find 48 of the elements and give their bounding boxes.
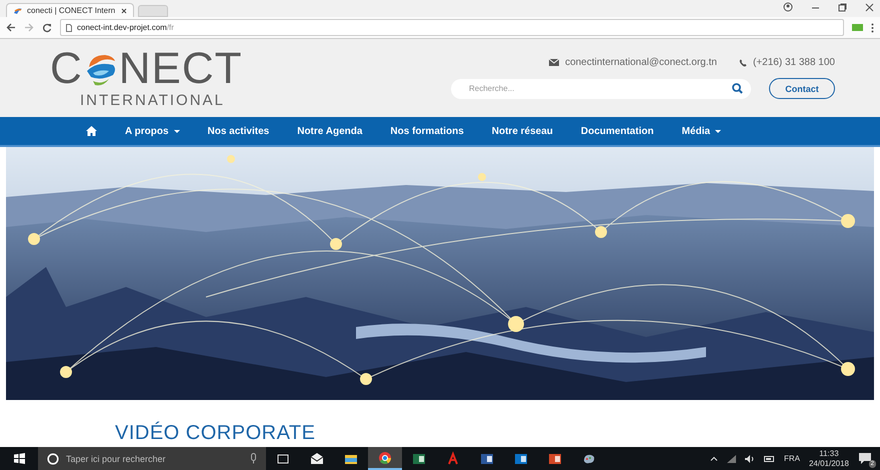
windows-start-icon[interactable] [14, 453, 24, 464]
pdf-icon [445, 450, 461, 466]
logo-text: C [50, 49, 83, 89]
section-heading: VIDÉO CORPORATE [115, 422, 316, 445]
phone-text: (+216) 31 388 100 [752, 57, 835, 68]
url-text: conect-int.dev-projet.com/fr [77, 23, 174, 32]
chrome-taskbar-button[interactable] [368, 447, 402, 470]
caret-icon [174, 130, 180, 132]
nav-link[interactable]: Nos activites [208, 126, 270, 136]
home-icon[interactable] [86, 126, 97, 136]
browser-tab[interactable]: conecti | CONECT Intern [6, 3, 134, 17]
logo-subtitle: INTERNATIONAL [80, 92, 226, 109]
close-icon[interactable] [865, 2, 874, 12]
caret-icon [715, 130, 722, 132]
cortana-icon [47, 453, 59, 465]
chrome-icon [377, 450, 393, 466]
phone-icon [738, 58, 747, 66]
envelope-icon [549, 59, 560, 66]
profile-icon[interactable] [783, 2, 793, 12]
menu-icon[interactable] [871, 22, 874, 32]
search-field[interactable]: Recherche... [451, 78, 751, 98]
nav-link[interactable]: Média [682, 126, 722, 136]
mail-icon [309, 450, 325, 466]
close-icon[interactable] [121, 8, 127, 14]
email-text: conectinternational@conect.org.tn [565, 57, 717, 68]
favicon-icon [13, 6, 23, 14]
logo-text: NECT [118, 49, 243, 89]
nav-link[interactable]: A propos [125, 126, 180, 136]
network-icon[interactable] [726, 454, 736, 462]
microphone-icon[interactable] [250, 453, 257, 464]
reload-icon[interactable] [42, 22, 52, 32]
address-bar[interactable]: conect-int.dev-projet.com/fr [60, 19, 844, 36]
nav-link[interactable]: Documentation [580, 126, 654, 136]
page-icon [66, 24, 72, 32]
battery-icon[interactable] [764, 456, 775, 462]
tab-title: conecti | CONECT Intern [27, 6, 116, 15]
language-indicator[interactable]: FRA [784, 454, 800, 463]
maximize-icon[interactable] [838, 2, 847, 12]
contact-button[interactable]: Contact [769, 78, 835, 99]
taskbar-clock[interactable]: 11:33 24/01/2018 [808, 448, 849, 468]
search-icon[interactable] [732, 82, 743, 94]
taskbar-search-field[interactable]: Taper ici pour rechercher [38, 447, 266, 470]
nav-link[interactable]: Nos formations [390, 126, 464, 136]
nav-link[interactable]: Notre réseau [492, 126, 553, 136]
nav-link[interactable]: Notre Agenda [297, 126, 362, 136]
back-icon[interactable] [6, 23, 16, 32]
speaker-icon[interactable] [744, 454, 755, 462]
chevron-up-icon[interactable] [710, 456, 718, 461]
